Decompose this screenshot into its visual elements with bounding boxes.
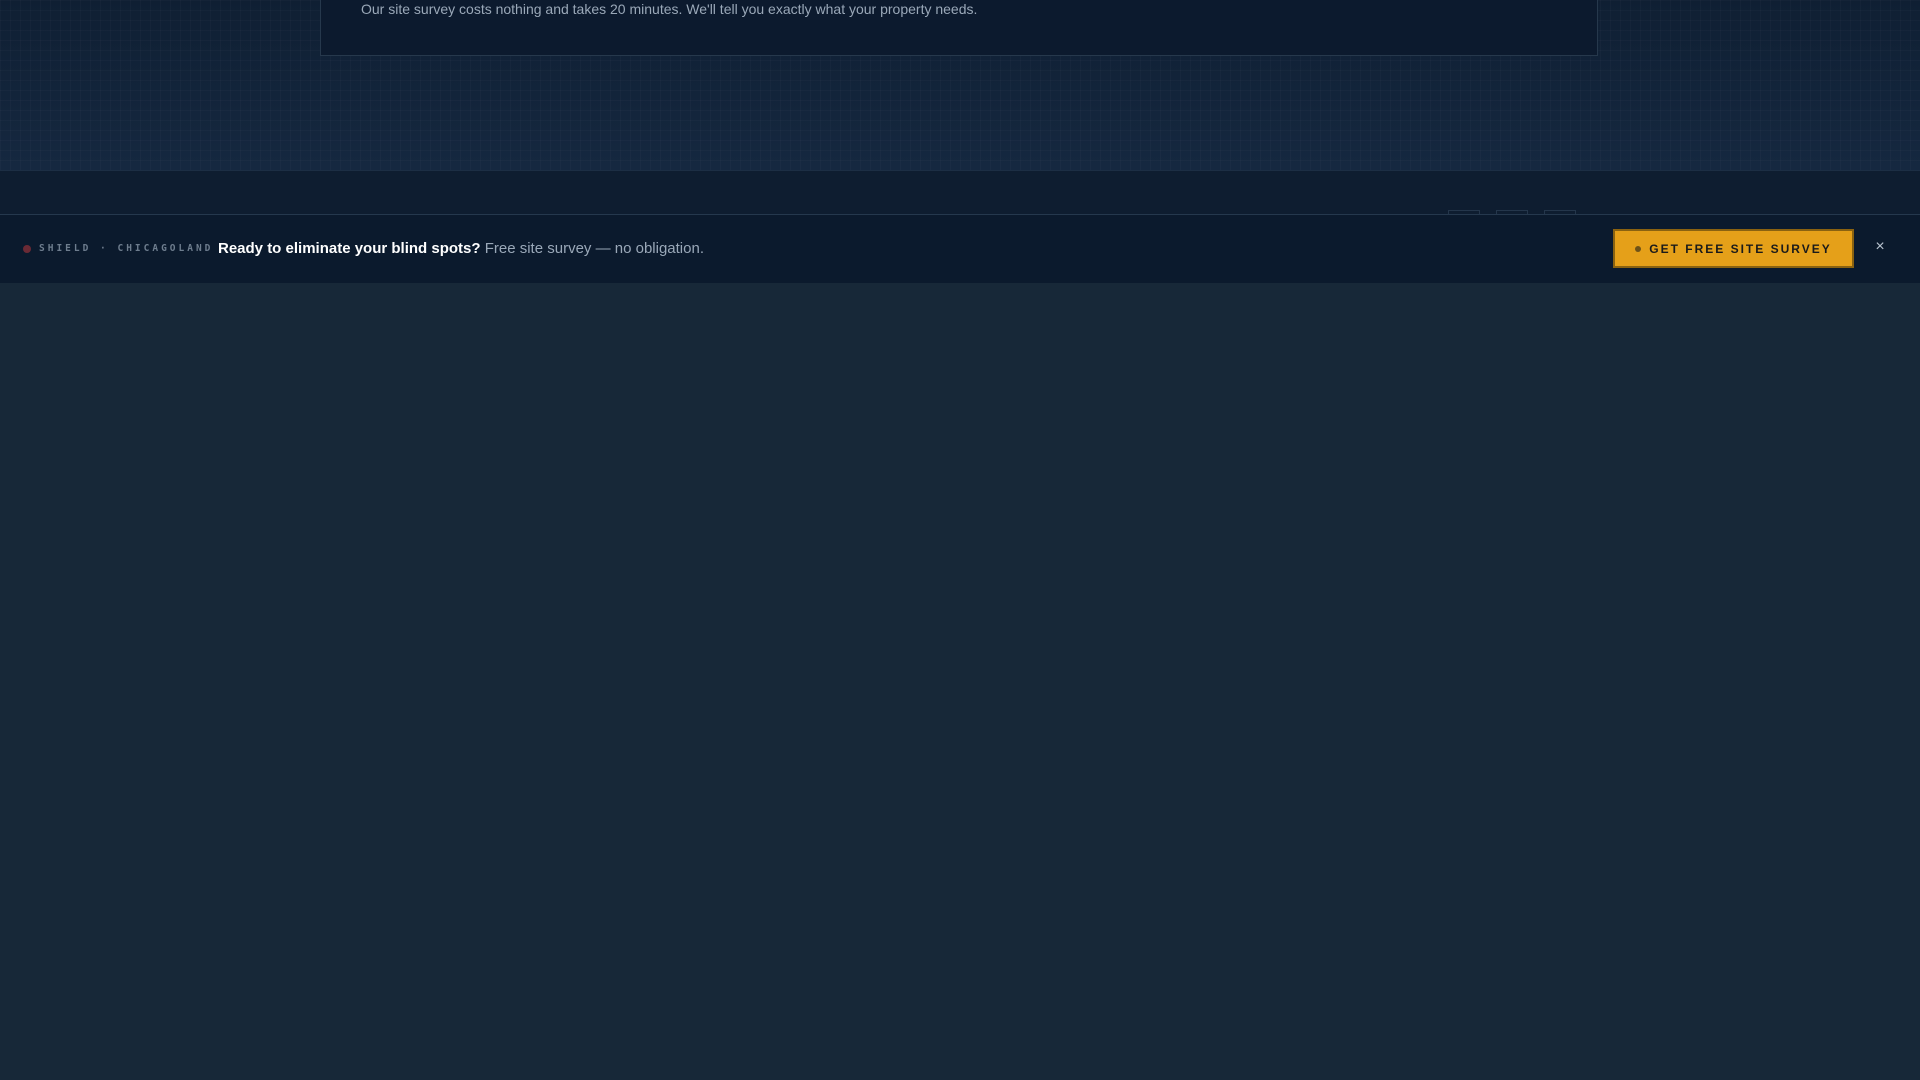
brand: SHIELD · CHICAGOLAND: [23, 243, 213, 254]
brand-label: SHIELD · CHICAGOLAND: [39, 243, 214, 254]
sticky-message: Ready to eliminate your blind spots? Fre…: [218, 240, 704, 257]
sticky-subtext: Free site survey — no obligation.: [484, 240, 704, 257]
survey-button-label: GET FREE SITE SURVEY: [1649, 241, 1832, 256]
status-dot-icon: [23, 244, 31, 253]
get-free-site-survey-button[interactable]: GET FREE SITE SURVEY: [1613, 229, 1854, 268]
sticky-headline: Ready to eliminate your blind spots?: [218, 240, 481, 257]
close-icon[interactable]: ×: [1870, 237, 1890, 257]
sticky-cta-bar: SHIELD · CHICAGOLAND Ready to eliminate …: [0, 214, 1920, 283]
cta-section: Our site survey costs nothing and takes …: [0, 0, 1920, 170]
page: Our site survey costs nothing and takes …: [0, 0, 1920, 1080]
cta-description: Our site survey costs nothing and takes …: [361, 1, 978, 17]
cta-card: Our site survey costs nothing and takes …: [320, 0, 1598, 56]
button-dot-icon: [1635, 245, 1642, 252]
